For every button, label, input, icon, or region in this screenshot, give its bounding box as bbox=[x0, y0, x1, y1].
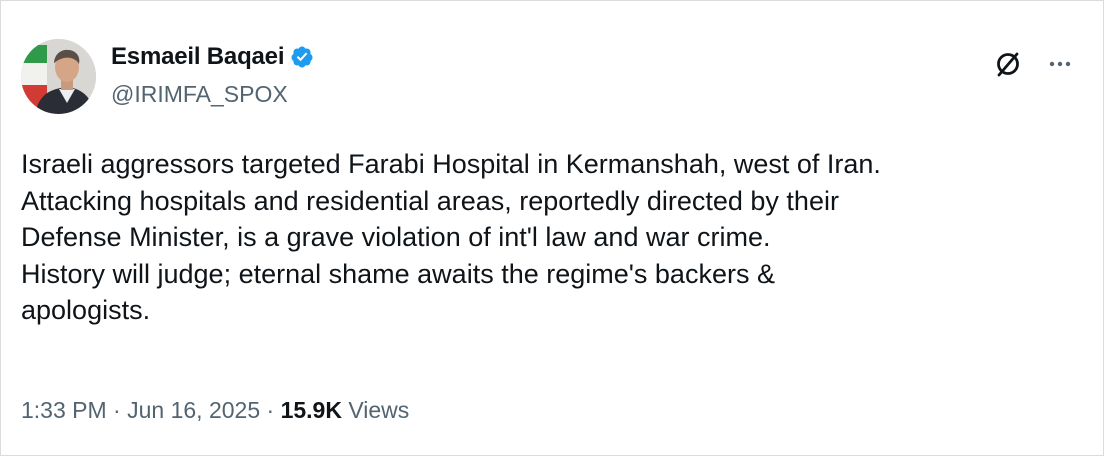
avatar-image bbox=[21, 39, 96, 114]
avatar[interactable] bbox=[21, 39, 96, 114]
more-horizontal-icon bbox=[1049, 61, 1071, 67]
user-info: Esmaeil Baqaei @IRIMFA_SPOX bbox=[111, 41, 314, 108]
tweet-text: Israeli aggressors targeted Farabi Hospi… bbox=[21, 146, 1081, 329]
meta-separator: · bbox=[266, 397, 275, 423]
tweet-text-line: apologists. bbox=[21, 295, 151, 326]
grok-slash-circle-icon bbox=[997, 52, 1019, 77]
tweet-time[interactable]: 1:33 PM bbox=[21, 397, 107, 423]
views-count[interactable]: 15.9K bbox=[281, 397, 342, 423]
views-label: Views bbox=[348, 397, 410, 423]
verified-badge-icon[interactable] bbox=[290, 45, 314, 69]
more-options-button[interactable] bbox=[1043, 47, 1077, 81]
tweet-text-line: Israeli aggressors targeted Farabi Hospi… bbox=[21, 149, 881, 179]
tweet-text-line: History will judge; eternal shame awaits… bbox=[21, 258, 775, 289]
tweet-card: Esmaeil Baqaei @IRIMFA_SPOX Israeli aggr… bbox=[0, 0, 1104, 456]
tweet-header: Esmaeil Baqaei @IRIMFA_SPOX bbox=[21, 37, 1085, 117]
tweet-text-line: Attacking hospitals and residential area… bbox=[21, 185, 839, 216]
user-handle[interactable]: @IRIMFA_SPOX bbox=[111, 81, 314, 108]
tweet-date[interactable]: Jun 16, 2025 bbox=[127, 397, 260, 423]
tweet-metadata: 1:33 PM · Jun 16, 2025 · 15.9K Views bbox=[21, 397, 409, 424]
meta-separator: · bbox=[113, 397, 121, 423]
grok-button[interactable] bbox=[991, 47, 1025, 81]
display-name[interactable]: Esmaeil Baqaei bbox=[111, 43, 285, 71]
name-row: Esmaeil Baqaei bbox=[111, 41, 314, 73]
tweet-text-line: Defense Minister, is a grave violation o… bbox=[21, 222, 771, 253]
